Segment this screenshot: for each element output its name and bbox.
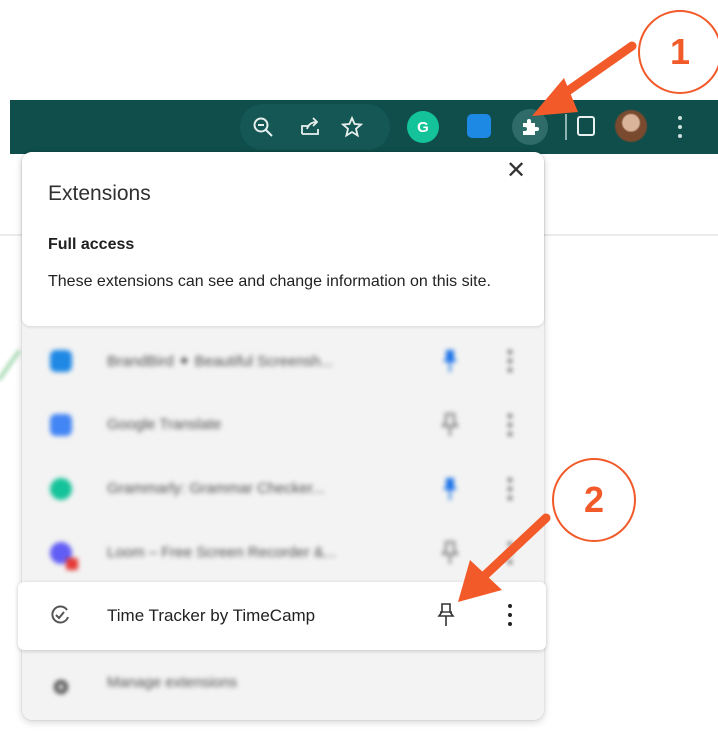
extension-name: BrandBird ✦ Beautiful Screensh... <box>107 353 334 370</box>
manage-extensions-row[interactable]: Manage extensions <box>22 656 544 712</box>
close-icon[interactable]: ✕ <box>505 159 527 183</box>
more-options-icon[interactable] <box>508 542 512 566</box>
bookmark-star-icon[interactable] <box>339 114 365 140</box>
extensions-puzzle-icon[interactable] <box>512 109 548 145</box>
pin-outline-icon[interactable] <box>436 602 456 628</box>
grammarly-icon[interactable]: G <box>407 111 439 143</box>
extension-name: Loom – Free Screen Recorder &... <box>107 544 337 561</box>
more-options-icon[interactable] <box>508 478 512 502</box>
share-icon[interactable] <box>297 114 323 140</box>
loom-badge-icon <box>66 558 78 570</box>
extension-row-loom[interactable]: Loom – Free Screen Recorder &... <box>22 522 544 586</box>
annotation-number-2: 2 <box>552 458 636 542</box>
full-access-heading: Full access <box>48 236 135 253</box>
pin-filled-icon[interactable] <box>440 348 460 374</box>
extension-row-grammarly[interactable]: Grammarly: Grammar Checker... <box>22 458 544 522</box>
extension-row-brandbird[interactable]: BrandBird ✦ Beautiful Screensh... <box>22 330 544 394</box>
extension-name: Grammarly: Grammar Checker... <box>107 480 325 497</box>
browser-toolbar: G <box>10 100 718 154</box>
brandbird-icon <box>50 350 72 372</box>
more-options-icon[interactable] <box>508 350 512 374</box>
timecamp-icon <box>49 604 71 626</box>
extension-row-google-translate[interactable]: Google Translate <box>22 394 544 458</box>
popup-header: Extensions ✕ Full access These extension… <box>22 152 544 326</box>
annotation-number-1: 1 <box>638 10 718 94</box>
pin-outline-icon[interactable] <box>440 540 460 566</box>
pin-filled-icon[interactable] <box>440 476 460 502</box>
brandbird-icon[interactable] <box>467 114 491 138</box>
manage-extensions-label: Manage extensions <box>107 674 238 691</box>
more-options-icon[interactable] <box>508 604 512 628</box>
extension-name: Time Tracker by TimeCamp <box>107 606 316 625</box>
toolbar-separator <box>565 114 567 140</box>
side-panel-icon[interactable] <box>577 116 595 136</box>
gear-icon <box>50 676 72 698</box>
chrome-menu-icon[interactable] <box>678 116 682 138</box>
profile-avatar[interactable] <box>615 110 647 142</box>
popup-title: Extensions <box>48 182 151 205</box>
extension-row-timecamp[interactable]: Time Tracker by TimeCamp <box>18 582 546 650</box>
page-divider <box>540 234 718 236</box>
more-options-icon[interactable] <box>508 414 512 438</box>
extension-name: Google Translate <box>107 416 222 433</box>
extensions-popup: Extensions ✕ Full access These extension… <box>18 152 546 720</box>
zoom-out-icon[interactable] <box>250 114 276 140</box>
full-access-description: These extensions can see and change info… <box>48 273 491 290</box>
google-translate-icon <box>50 414 72 436</box>
grammarly-icon <box>50 478 72 500</box>
pin-outline-icon[interactable] <box>440 412 460 438</box>
